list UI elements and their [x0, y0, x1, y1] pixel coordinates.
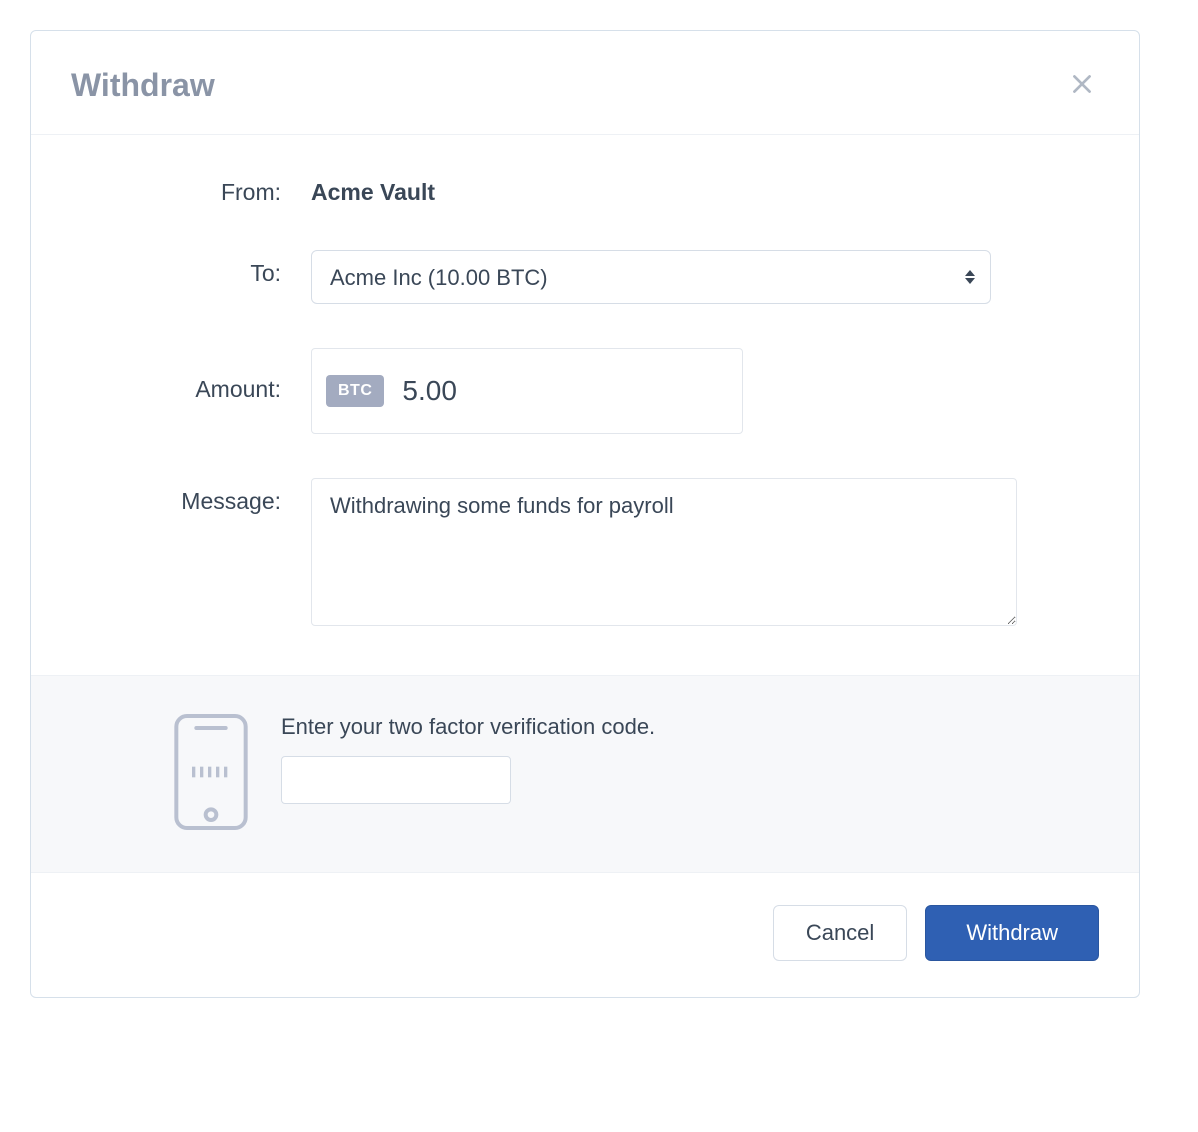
cancel-button[interactable]: Cancel	[773, 905, 907, 961]
from-row: From: Acme Vault	[71, 179, 1099, 206]
close-icon	[1069, 71, 1095, 97]
currency-badge: BTC	[326, 375, 384, 407]
modal-title: Withdraw	[71, 67, 215, 104]
two-factor-prompt: Enter your two factor verification code.	[281, 714, 1099, 740]
to-label: To:	[71, 250, 311, 287]
modal-header: Withdraw	[31, 31, 1139, 135]
to-row: To: Acme Inc (10.00 BTC)	[71, 250, 1099, 304]
modal-body: From: Acme Vault To: Acme Inc (10.00 BTC…	[31, 135, 1139, 675]
phone-icon	[171, 712, 251, 832]
to-select[interactable]: Acme Inc (10.00 BTC)	[311, 250, 991, 304]
amount-input-wrapper: BTC	[311, 348, 743, 434]
two-factor-input[interactable]	[281, 756, 511, 804]
from-value: Acme Vault	[311, 179, 1099, 206]
amount-label: Amount:	[71, 348, 311, 403]
from-label: From:	[71, 179, 311, 206]
close-button[interactable]	[1065, 67, 1099, 104]
message-row: Message: Withdrawing some funds for payr…	[71, 478, 1099, 631]
amount-row: Amount: BTC	[71, 348, 1099, 434]
withdraw-button[interactable]: Withdraw	[925, 905, 1099, 961]
message-label: Message:	[71, 478, 311, 515]
two-factor-section: Enter your two factor verification code.	[31, 675, 1139, 873]
amount-input[interactable]	[402, 375, 763, 407]
withdraw-modal: Withdraw From: Acme Vault To: Acme Inc (…	[30, 30, 1140, 998]
message-textarea[interactable]: Withdrawing some funds for payroll	[311, 478, 1017, 626]
modal-footer: Cancel Withdraw	[31, 873, 1139, 997]
